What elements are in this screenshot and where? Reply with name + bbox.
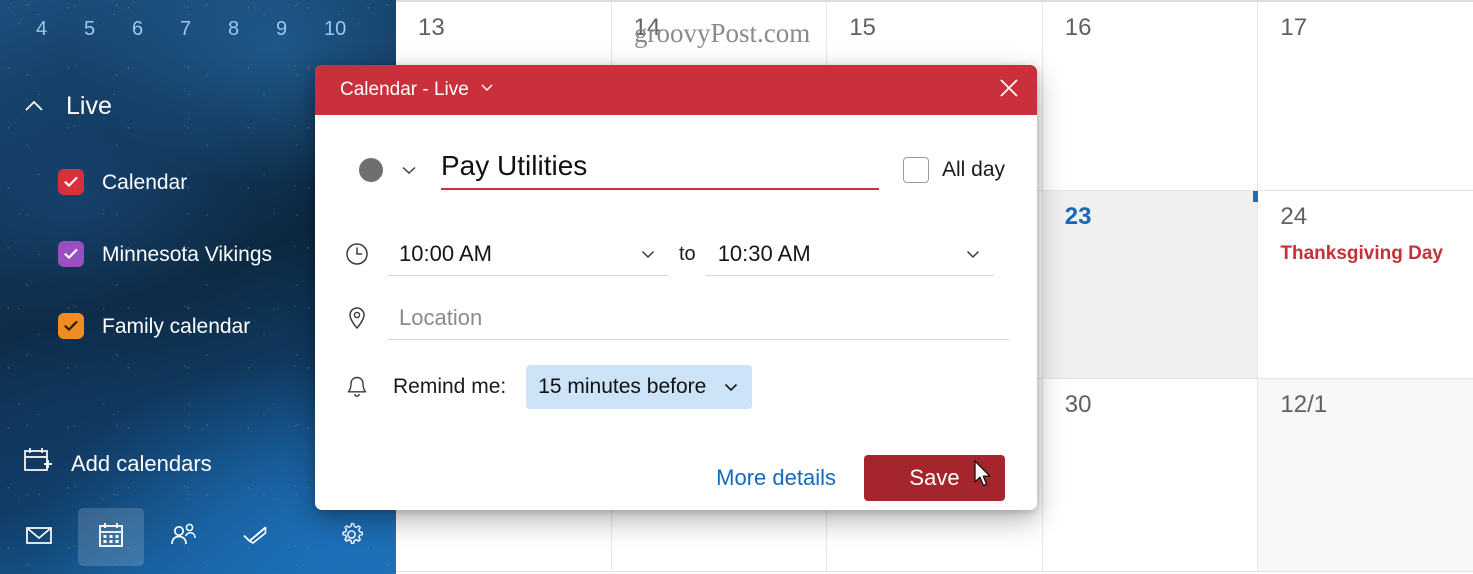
nav-todo-button[interactable] xyxy=(222,508,288,566)
event-title-row: Pay Utilities All day xyxy=(343,141,1009,199)
mini-date[interactable]: 9 xyxy=(276,18,324,41)
chevron-up-icon xyxy=(20,93,48,121)
calendar-add-icon xyxy=(22,445,53,482)
event-reminder-row: Remind me: 15 minutes before xyxy=(343,361,1009,413)
nav-calendar-button[interactable] xyxy=(78,508,144,566)
mini-calendar-dates: 4 5 6 7 8 9 10 xyxy=(36,18,376,41)
mini-date[interactable]: 7 xyxy=(180,18,228,41)
event-thanksgiving[interactable]: Thanksgiving Day xyxy=(1280,243,1473,265)
day-number: 17 xyxy=(1280,14,1308,41)
dialog-account-selector[interactable]: Calendar - Live xyxy=(340,79,495,101)
start-time-value: 10:00 AM xyxy=(399,240,492,266)
event-title-input[interactable]: Pay Utilities xyxy=(441,150,879,190)
mini-date[interactable]: 8 xyxy=(228,18,276,41)
event-color-dot[interactable] xyxy=(359,158,383,182)
day-number: 23 xyxy=(1064,203,1092,230)
end-time-value: 10:30 AM xyxy=(717,240,811,266)
all-day-toggle[interactable]: All day xyxy=(902,157,1009,183)
location-placeholder: Location xyxy=(399,304,483,330)
calendar-list-label: Family calendar xyxy=(102,314,251,338)
dialog-body: Pay Utilities All day 10:00 AM to 10:30 … xyxy=(315,141,1037,501)
bell-icon xyxy=(343,373,387,401)
calendar-day-cell[interactable]: 30 xyxy=(1042,379,1259,571)
calendar-day-cell-next-month[interactable]: 12/1 xyxy=(1258,379,1473,571)
all-day-checkbox[interactable] xyxy=(902,157,929,183)
add-calendars-button[interactable]: Add calendars xyxy=(22,445,212,482)
mini-date[interactable]: 5 xyxy=(84,18,132,41)
event-location-row: Location xyxy=(343,293,1009,343)
event-dialog: Calendar - Live Pay Utilities All day 10… xyxy=(315,65,1037,510)
day-number: 13 xyxy=(418,14,445,41)
mouse-cursor-icon xyxy=(973,460,995,490)
dialog-footer: More details Save xyxy=(343,455,1009,501)
chevron-down-icon xyxy=(722,378,740,396)
end-time-select[interactable]: 10:30 AM xyxy=(705,232,994,276)
chevron-down-icon xyxy=(639,245,657,263)
reminder-select[interactable]: 15 minutes before xyxy=(526,365,753,409)
bottom-navigation xyxy=(0,500,396,574)
day-number: 30 xyxy=(1064,391,1092,418)
calendar-list-label: Calendar xyxy=(102,170,188,194)
checkbox-checked-icon[interactable] xyxy=(58,169,84,195)
all-day-label: All day xyxy=(941,158,1005,181)
mini-date[interactable]: 4 xyxy=(36,18,84,41)
mini-date[interactable]: 6 xyxy=(132,18,180,41)
chevron-down-icon[interactable] xyxy=(399,160,419,180)
live-section-header[interactable]: Live xyxy=(20,92,112,121)
day-number: 12/1 xyxy=(1280,391,1328,418)
nav-people-button[interactable] xyxy=(150,508,216,566)
gear-icon xyxy=(336,519,367,555)
location-pin-icon xyxy=(343,304,387,332)
reminder-label: Remind me: xyxy=(393,375,507,398)
checkbox-checked-icon[interactable] xyxy=(58,241,84,267)
location-input[interactable]: Location xyxy=(387,296,1009,340)
more-details-link[interactable]: More details xyxy=(716,465,836,491)
calendar-day-cell[interactable]: 17 xyxy=(1258,2,1473,190)
save-button-label: Save xyxy=(909,465,960,490)
mini-date[interactable]: 10 xyxy=(324,18,372,41)
add-calendars-label: Add calendars xyxy=(71,450,212,476)
dialog-header: Calendar - Live xyxy=(315,65,1037,115)
time-to-label: to xyxy=(679,242,696,265)
event-title-value: Pay Utilities xyxy=(441,150,588,181)
save-button[interactable]: Save xyxy=(864,455,1005,501)
calendar-day-cell[interactable]: 16 xyxy=(1042,2,1259,190)
reminder-value: 15 minutes before xyxy=(538,375,707,398)
day-number: 15 xyxy=(849,14,876,41)
live-section-label: Live xyxy=(66,92,112,120)
calendar-day-cell-today[interactable]: 23 xyxy=(1042,191,1259,378)
todo-check-icon xyxy=(240,520,270,555)
event-time-row: 10:00 AM to 10:30 AM xyxy=(343,229,1009,279)
chevron-down-icon xyxy=(479,79,495,101)
app-root: 4 5 6 7 8 9 10 Live Calendar Minnesota V… xyxy=(0,0,1473,574)
calendar-list-label: Minnesota Vikings xyxy=(102,242,273,266)
nav-settings-button[interactable] xyxy=(318,508,384,566)
close-button[interactable] xyxy=(981,65,1037,115)
calendar-day-cell[interactable]: 24 Thanksgiving Day xyxy=(1258,191,1473,378)
clock-icon xyxy=(343,240,387,268)
watermark: groovyPost.com xyxy=(634,18,811,48)
day-number: 24 xyxy=(1280,203,1308,230)
calendar-icon xyxy=(96,520,126,555)
mail-icon xyxy=(24,520,54,555)
chevron-down-icon xyxy=(964,245,982,263)
checkbox-checked-icon[interactable] xyxy=(58,313,84,339)
nav-mail-button[interactable] xyxy=(6,508,72,566)
start-time-select[interactable]: 10:00 AM xyxy=(387,232,669,276)
people-icon xyxy=(168,520,198,555)
dialog-title-label: Calendar - Live xyxy=(340,79,469,100)
close-icon xyxy=(997,76,1021,105)
day-number: 16 xyxy=(1064,14,1092,41)
